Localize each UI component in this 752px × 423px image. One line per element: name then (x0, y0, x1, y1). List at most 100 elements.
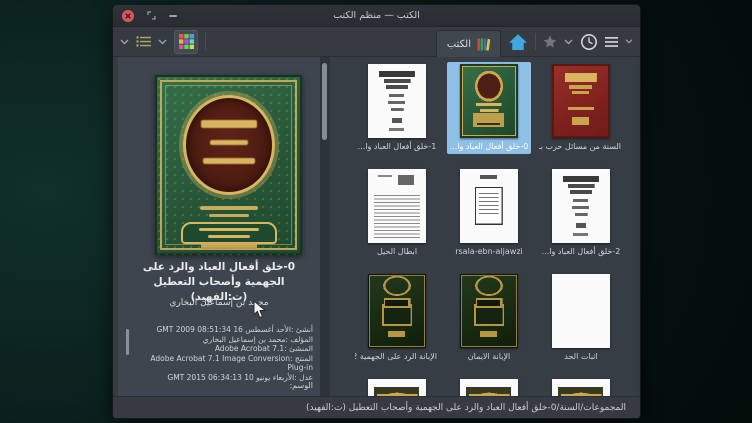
preview-panel: 0-خلق أفعال العباد والرد على الجهمية وأص… (118, 57, 320, 396)
book-thumbnail (355, 167, 439, 245)
book-cover-image (155, 75, 302, 255)
book-item[interactable]: الإبانة الايمان (447, 272, 531, 364)
status-path: المجموعات/السنة/0-خلق أفعال العباد والرد… (306, 403, 626, 413)
metadata-row: المؤلف :محمد بن إسماعيل البخاري (132, 335, 313, 345)
metadata-row: أنشئ :الأحد أغسطس 16 08:51:34 2009 GMT (132, 325, 313, 335)
books-grid: السنة من مسائل حرب بـ... 0-خلق أفعال الع… (330, 57, 635, 396)
book-thumbnail-image (460, 169, 518, 243)
status-bar: المجموعات/السنة/0-خلق أفعال العباد والرد… (113, 396, 640, 418)
star-icon (543, 35, 557, 48)
metadata-row: المنشئ :Adobe Acrobat 7.1 (132, 344, 313, 354)
book-thumbnail-image (368, 274, 426, 348)
clock-icon (580, 33, 598, 51)
book-item-caption: الإبانة الايمان (447, 350, 531, 364)
book-item-caption: اثبات الحد (539, 350, 623, 364)
book-thumbnail (355, 377, 439, 396)
book-thumbnail (355, 272, 439, 350)
menu-dropdown[interactable] (625, 39, 633, 44)
book-thumbnail (539, 167, 623, 245)
tab-books-label: الكتب (447, 39, 471, 50)
view-options-dropdown[interactable] (158, 39, 167, 45)
window-controls (122, 5, 177, 26)
book-item-caption: rsala-ebn-aljawzi (447, 245, 531, 259)
list-view-icon (136, 36, 151, 47)
cover-medallion (183, 95, 275, 195)
book-thumbnail-image (368, 169, 426, 243)
minimize-icon (169, 15, 177, 17)
book-item[interactable]: ابطال الحيل (355, 167, 439, 259)
book-thumbnail (355, 62, 439, 140)
book-thumbnail-image (552, 169, 610, 243)
books-icon (477, 38, 490, 51)
close-button[interactable] (122, 10, 134, 22)
minimize-button[interactable] (169, 15, 177, 17)
book-item-caption: الإبانة الرد على الجهمية 2 (355, 350, 439, 364)
book-item[interactable]: الإبانة الرد على الجهمية 2 (355, 272, 439, 364)
favorites-button[interactable] (543, 35, 557, 48)
book-item-caption: ابطال الحيل (355, 245, 439, 259)
book-item[interactable]: rsala-ebn-aljawzi (447, 167, 531, 259)
chevron-down-icon (120, 39, 129, 45)
chevron-down-icon (158, 39, 167, 45)
book-thumbnail (447, 377, 531, 396)
app-window: الكتب — منظم الكتب (113, 5, 640, 418)
book-item[interactable]: 2-خلق أفعال العباد وا... (539, 167, 623, 259)
book-thumbnail-image (368, 379, 426, 396)
close-icon (125, 13, 131, 19)
tag-label: الوسم: (289, 381, 313, 390)
grid-view-icon (179, 34, 194, 49)
list-view-button[interactable] (136, 36, 151, 47)
book-thumbnail-image (552, 274, 610, 348)
book-item[interactable]: 0-خلق أفعال العباد وا... (447, 62, 531, 154)
menu-button[interactable] (605, 37, 618, 47)
book-author: محمد بن إسماعيل البخاري (126, 298, 312, 308)
book-thumbnail (539, 272, 623, 350)
mouse-cursor (253, 300, 266, 319)
restore-icon (147, 11, 156, 20)
chevron-down-icon (564, 39, 573, 45)
book-thumbnail (539, 62, 623, 140)
book-thumbnail (539, 377, 623, 396)
grid-view-button[interactable] (174, 30, 198, 54)
restore-button[interactable] (147, 11, 156, 20)
book-thumbnail (447, 167, 531, 245)
grid-panel: السنة من مسائل حرب بـ... 0-خلق أفعال الع… (330, 57, 635, 396)
book-thumbnail (447, 272, 531, 350)
recent-button[interactable] (580, 33, 598, 51)
grid-scrollbar[interactable] (320, 57, 330, 396)
book-item-caption: 2-خلق أفعال العباد وا... (539, 245, 623, 259)
book-item-caption: 1-خلق أفعال العباد وا... (355, 140, 439, 154)
metadata-scrollbar[interactable] (126, 329, 129, 355)
toolbar-separator (205, 33, 206, 50)
book-thumbnail-image (552, 64, 610, 138)
metadata-list: أنشئ :الأحد أغسطس 16 08:51:34 2009 GMT ا… (132, 325, 313, 383)
toolbar-separator (535, 33, 536, 50)
hamburger-menu-icon (605, 37, 618, 47)
book-item[interactable]: 1-خلق أفعال العباد وا... (355, 62, 439, 154)
book-item[interactable] (539, 377, 623, 396)
toolbar: الكتب (113, 27, 640, 57)
metadata-row: المنتج :Adobe Acrobat 7.1 Image Conversi… (132, 354, 313, 373)
book-thumbnail-image (552, 379, 610, 396)
chevron-down-icon (625, 39, 633, 44)
book-item-caption: السنة من مسائل حرب بـ... (539, 140, 623, 154)
book-thumbnail-image (460, 274, 518, 348)
window-title: الكتب — منظم الكتب (333, 10, 420, 21)
home-icon (508, 33, 528, 51)
title-bar[interactable]: الكتب — منظم الكتب (113, 5, 640, 27)
sort-dropdown-button[interactable] (120, 39, 129, 45)
main-area: 0-خلق أفعال العباد والرد على الجهمية وأص… (113, 57, 640, 396)
book-item[interactable] (355, 377, 439, 396)
book-item[interactable]: السنة من مسائل حرب بـ... (539, 62, 623, 154)
book-thumbnail-image (460, 379, 518, 396)
favorites-dropdown[interactable] (564, 39, 573, 45)
book-item-caption: 0-خلق أفعال العباد وا... (447, 140, 531, 154)
metadata-row: عدل :الأربعاء يونيو 10 06:34:13 2015 GMT (132, 373, 313, 383)
tab-books[interactable]: الكتب (436, 30, 501, 57)
book-thumbnail (447, 62, 531, 140)
book-item[interactable]: اثبات الحد (539, 272, 623, 364)
book-item[interactable] (447, 377, 531, 396)
book-thumbnail-image (460, 64, 518, 138)
home-button[interactable] (508, 33, 528, 51)
grid-scrollbar-handle[interactable] (322, 63, 327, 140)
